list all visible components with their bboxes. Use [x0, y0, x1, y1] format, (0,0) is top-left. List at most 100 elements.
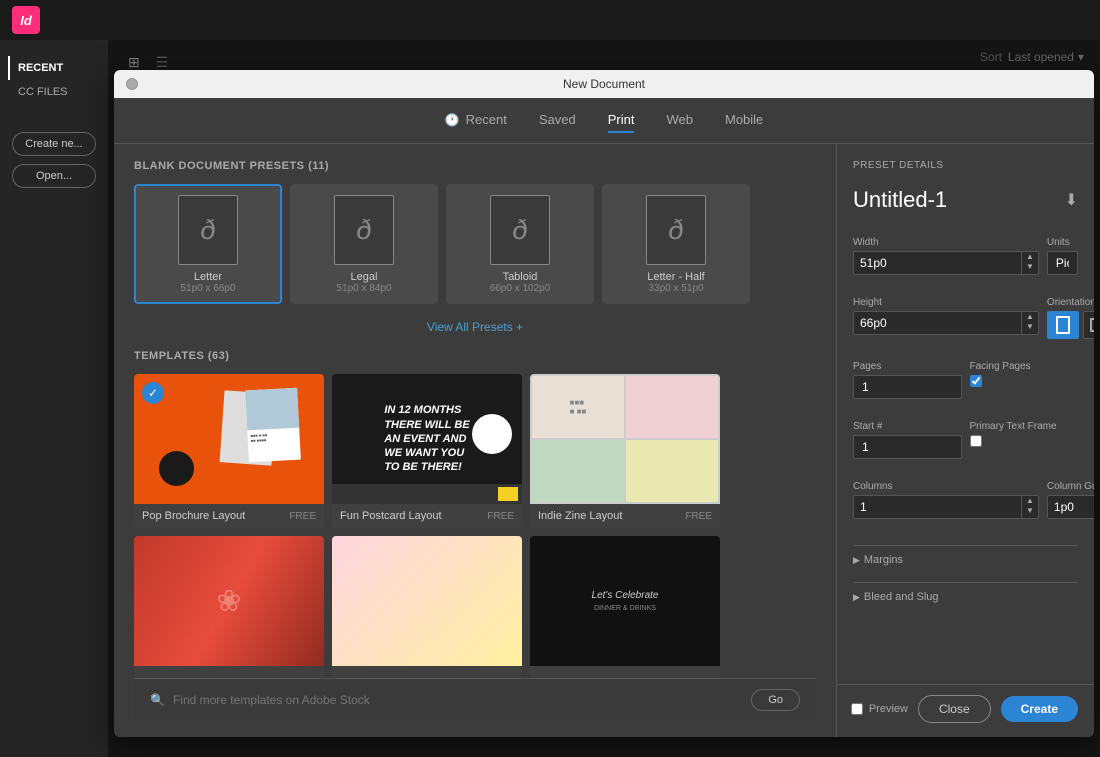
primary-text-group: Primary Text Frame — [970, 421, 1079, 459]
postcard-bottom — [332, 484, 522, 504]
template-dark-event[interactable]: Let's Celebrate DINNER & DRINKS — [530, 536, 720, 678]
tab-web[interactable]: Web — [666, 108, 693, 133]
preset-letter[interactable]: ð Letter 51p0 x 66p0 — [134, 184, 282, 304]
modal-footer: Preview Close Create — [837, 684, 1094, 733]
columns-input[interactable] — [854, 496, 1021, 518]
orientation-buttons — [1047, 311, 1094, 339]
preset-legal-icon: ð — [334, 195, 394, 265]
columns-down-arrow[interactable]: ▼ — [1022, 506, 1038, 516]
template-zine-badge: FREE — [685, 511, 712, 522]
start-input[interactable] — [853, 435, 962, 459]
tab-saved[interactable]: Saved — [539, 108, 576, 133]
units-select[interactable]: Picas Inches Millimeters Centimeters Poi… — [1047, 251, 1078, 275]
margins-header[interactable]: ▶ Margins — [853, 554, 1078, 566]
height-input[interactable] — [854, 312, 1021, 334]
portrait-icon — [1056, 316, 1070, 334]
width-up-arrow[interactable]: ▲ — [1022, 252, 1038, 262]
primary-text-checkbox[interactable] — [970, 435, 982, 447]
columns-gutter-row: Columns ▲ ▼ Column Gutt — [853, 481, 1078, 519]
preset-letter-half-icon: ð — [646, 195, 706, 265]
width-arrows: ▲ ▼ — [1021, 252, 1038, 274]
templates-header: TEMPLATES (63) — [134, 350, 816, 362]
height-group: Height ▲ ▼ — [853, 297, 1039, 339]
facing-pages-checkbox[interactable] — [970, 375, 982, 387]
facing-pages-label: Facing Pages — [970, 361, 1079, 372]
postcard-text: in 12 monthsthere will bean event andwe … — [384, 403, 469, 474]
template-flowers[interactable]: ❀ — [134, 536, 324, 678]
save-preset-button[interactable]: ⬇ — [1065, 190, 1078, 210]
spacer — [853, 615, 1078, 672]
template-pop-badge: FREE — [289, 511, 316, 522]
preview-checkbox[interactable] — [851, 703, 863, 715]
width-units-row: Width ▲ ▼ Units — [853, 237, 1078, 275]
template-fun-postcard[interactable]: in 12 monthsthere will bean event andwe … — [332, 374, 522, 528]
orientation-group: Orientation — [1047, 297, 1094, 339]
tab-recent[interactable]: 🕐 Recent — [445, 108, 507, 133]
sidebar-item-recent[interactable]: RECENT — [8, 56, 100, 80]
preset-tabloid-name: Tabloid — [503, 271, 538, 283]
tab-mobile[interactable]: Mobile — [725, 108, 763, 133]
columns-up-arrow[interactable]: ▲ — [1022, 496, 1038, 506]
zine-cell-3 — [532, 440, 624, 502]
open-button[interactable]: Open... — [12, 164, 96, 188]
zine-cell-4 — [626, 440, 718, 502]
app-icon: Id — [12, 6, 40, 34]
preset-letter-half[interactable]: ð Letter - Half 33p0 x 51p0 — [602, 184, 750, 304]
facing-pages-checkbox-row — [970, 375, 1079, 387]
template-flowers-label — [134, 666, 324, 678]
gutter-input[interactable] — [1048, 496, 1094, 518]
modal-close-dot[interactable] — [126, 78, 138, 90]
postcard-yellow — [498, 487, 518, 501]
width-down-arrow[interactable]: ▼ — [1022, 262, 1038, 272]
pages-facing-row: Pages Facing Pages — [853, 361, 1078, 399]
sidebar-item-cc-files[interactable]: CC FILES — [8, 80, 100, 104]
sidebar-nav: RECENT CC FILES — [0, 56, 108, 104]
postcard-circle — [472, 414, 512, 454]
preset-tabloid-size: 66p0 x 102p0 — [490, 283, 551, 294]
view-all-presets[interactable]: View All Presets + — [134, 320, 816, 334]
height-stepper: ▲ ▼ — [853, 311, 1039, 335]
start-label: Start # — [853, 421, 962, 432]
bleed-slug-label: Bleed and Slug — [864, 591, 939, 603]
template-pastel[interactable] — [332, 536, 522, 678]
clock-icon: 🕐 — [445, 113, 460, 127]
search-icon: 🔍 — [150, 693, 165, 707]
template-pastel-thumb — [332, 536, 522, 666]
template-indie-zine[interactable]: ■■■■ ■■ Indie Zine Layout FREE — [530, 374, 720, 528]
template-selected-check: ✓ — [142, 382, 164, 404]
template-pop-brochure[interactable]: ✓ ■■■ ■ ■■■■ ■■■■ — [134, 374, 324, 528]
modal-body: BLANK DOCUMENT PRESETS (11) ð Letter 51p… — [114, 144, 1094, 737]
pages-group: Pages — [853, 361, 962, 399]
width-input[interactable] — [854, 252, 1021, 274]
preset-tabloid[interactable]: ð Tabloid 66p0 x 102p0 — [446, 184, 594, 304]
gutter-group: Column Gutter ▲ ▼ — [1047, 481, 1094, 519]
template-zine-thumb: ■■■■ ■■ — [530, 374, 720, 504]
height-up-arrow[interactable]: ▲ — [1022, 312, 1038, 322]
height-down-arrow[interactable]: ▼ — [1022, 322, 1038, 332]
sidebar-item-recent-label: RECENT — [18, 62, 63, 74]
go-button[interactable]: Go — [751, 689, 800, 711]
primary-text-label: Primary Text Frame — [970, 421, 1079, 432]
sidebar-item-cc-files-label: CC FILES — [18, 86, 68, 98]
margins-section: ▶ Margins — [853, 545, 1078, 566]
columns-arrows: ▲ ▼ — [1021, 496, 1038, 518]
height-label: Height — [853, 297, 1039, 308]
close-button[interactable]: Close — [918, 695, 991, 723]
modal-overlay: New Document 🕐 Recent Saved Print — [108, 40, 1100, 757]
tab-print[interactable]: Print — [608, 108, 635, 133]
templates-section: TEMPLATES (63) ✓ — [134, 350, 816, 678]
template-postcard-name: Fun Postcard Layout — [340, 510, 442, 522]
create-new-button[interactable]: Create ne... — [12, 132, 96, 156]
units-group: Units Picas Inches Millimeters Centimete… — [1047, 237, 1078, 275]
preset-legal[interactable]: ð Legal 51p0 x 84p0 — [290, 184, 438, 304]
create-button[interactable]: Create — [1001, 696, 1078, 722]
portrait-button[interactable] — [1047, 311, 1079, 339]
landscape-button[interactable] — [1083, 311, 1094, 339]
brochure-page-front: ■■■ ■ ■■■■ ■■■■ — [245, 388, 301, 463]
template-postcard-badge: FREE — [487, 511, 514, 522]
landscape-icon — [1090, 318, 1094, 332]
tab-recent-label: Recent — [466, 112, 507, 127]
pages-input[interactable] — [853, 375, 962, 399]
search-input[interactable] — [173, 693, 743, 707]
bleed-slug-header[interactable]: ▶ Bleed and Slug — [853, 591, 1078, 603]
